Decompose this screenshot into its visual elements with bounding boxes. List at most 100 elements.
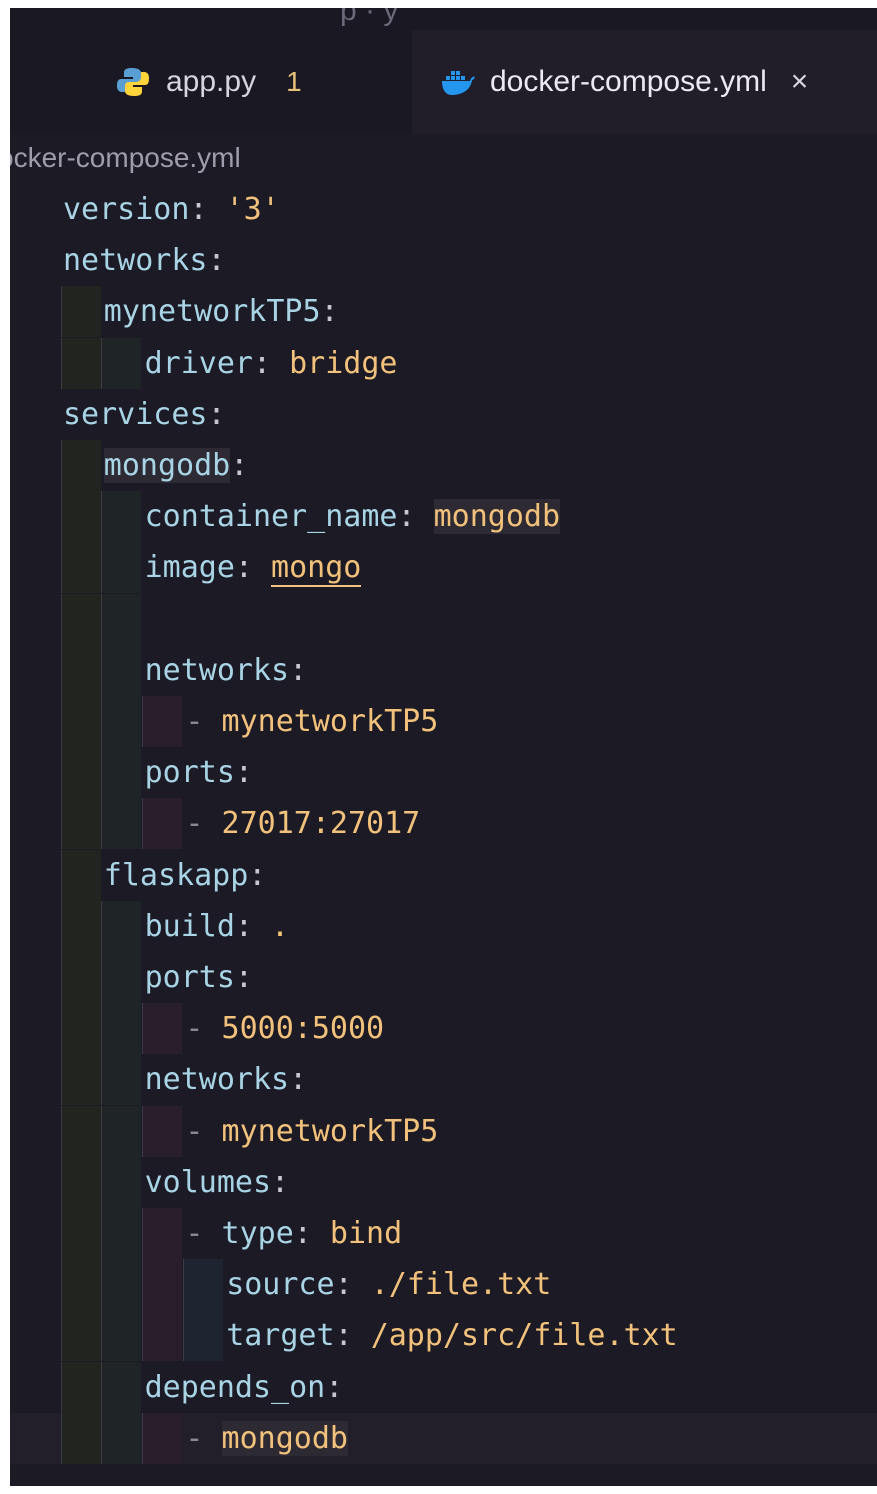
code-line[interactable]: build: .	[10, 901, 877, 952]
indent-guide	[101, 747, 141, 798]
indent-guide	[61, 440, 101, 491]
code-text: networks:	[63, 235, 226, 286]
code-line[interactable]: volumes:	[10, 1157, 877, 1208]
indent-guide	[101, 1362, 141, 1413]
code-line[interactable]: networks:	[10, 1054, 877, 1105]
code-line[interactable]: services:	[10, 389, 877, 440]
tab-docker-compose[interactable]: docker-compose.yml ×	[412, 30, 877, 134]
yaml-separator: :	[234, 550, 272, 585]
indent-guide	[61, 1054, 101, 1105]
code-line[interactable]	[10, 594, 877, 645]
yaml-separator: :	[397, 499, 434, 534]
yaml-key: build	[144, 909, 235, 944]
indent-guide	[61, 1259, 101, 1310]
yaml-value: mongodb	[433, 499, 561, 534]
yaml-separator: :	[293, 1216, 330, 1251]
code-text: depends_on:	[145, 1362, 344, 1413]
yaml-value: 27017:27017	[221, 806, 421, 841]
indent-guide	[61, 850, 101, 901]
yaml-key: version	[63, 192, 190, 227]
indent-guide	[101, 1003, 141, 1054]
yaml-separator: :	[334, 1267, 371, 1302]
indent-guide	[61, 1413, 101, 1464]
yaml-key: source	[226, 1267, 335, 1302]
indent-guide	[61, 286, 101, 337]
code-text: networks:	[145, 645, 308, 696]
yaml-value: mongodb	[221, 1421, 348, 1456]
docker-icon	[440, 67, 476, 97]
code-line[interactable]: target: /app/src/file.txt	[10, 1310, 877, 1361]
code-line[interactable]: - type: bind	[10, 1208, 877, 1259]
code-text: build: .	[145, 901, 290, 952]
code-line[interactable]: - 5000:5000	[10, 1003, 877, 1054]
list-dash: -	[185, 1114, 222, 1149]
code-line[interactable]: mongodb:	[10, 440, 877, 491]
code-line[interactable]: - mynetworkTP5	[10, 1106, 877, 1157]
list-dash: -	[185, 1216, 222, 1251]
yaml-separator: :	[234, 909, 272, 944]
code-line[interactable]: - mynetworkTP5	[10, 696, 877, 747]
yaml-key: networks	[144, 1062, 290, 1097]
tab-bar: app.py 1 docker-compose.yml ×	[10, 30, 877, 134]
indent-guide	[61, 542, 101, 593]
code-line[interactable]: ports:	[10, 747, 877, 798]
yaml-value: bind	[329, 1216, 403, 1251]
indent-guide	[61, 1362, 101, 1413]
close-icon[interactable]: ×	[791, 65, 809, 99]
list-dash: -	[185, 1421, 222, 1456]
indent-guide	[142, 1208, 182, 1259]
yaml-separator: :	[289, 1062, 308, 1097]
indent-guide	[61, 338, 101, 389]
indent-guide	[142, 1413, 182, 1464]
code-text: - type: bind	[185, 1208, 402, 1259]
code-line[interactable]: source: ./file.txt	[10, 1259, 877, 1310]
code-line[interactable]: flaskapp:	[10, 850, 877, 901]
code-text: ports:	[145, 747, 253, 798]
code-text: - mynetworkTP5	[185, 696, 438, 747]
indent-guide	[61, 798, 101, 849]
code-line[interactable]: networks:	[10, 645, 877, 696]
list-dash: -	[185, 704, 222, 739]
yaml-key: services	[63, 397, 208, 432]
indent-guide	[101, 1310, 141, 1361]
indent-guide	[142, 1003, 182, 1054]
list-dash: -	[185, 806, 222, 841]
problems-badge: 1	[286, 66, 302, 97]
yaml-key: container_name	[144, 499, 398, 534]
partial-title-text: p · y	[340, 8, 399, 27]
indent-guide	[101, 594, 141, 645]
code-line[interactable]: mynetworkTP5:	[10, 286, 877, 337]
code-line[interactable]: version: '3'	[10, 184, 877, 235]
code-line[interactable]: container_name: mongodb	[10, 491, 877, 542]
code-line[interactable]: - 27017:27017	[10, 798, 877, 849]
indent-guide	[61, 901, 101, 952]
yaml-value: 5000:5000	[221, 1011, 385, 1046]
code-text: services:	[63, 389, 226, 440]
yaml-key: mynetworkTP5	[103, 294, 321, 329]
yaml-value: mynetworkTP5	[221, 1114, 439, 1149]
code-line[interactable]: image: mongo	[10, 542, 877, 593]
list-dash: -	[185, 1011, 222, 1046]
yaml-separator: :	[320, 294, 339, 329]
yaml-value: mynetworkTP5	[221, 704, 439, 739]
code-text: driver: bridge	[145, 338, 398, 389]
indent-guide	[101, 952, 141, 1003]
yaml-key: flaskapp	[103, 858, 249, 893]
code-line[interactable]: ports:	[10, 952, 877, 1003]
code-line[interactable]: driver: bridge	[10, 338, 877, 389]
indent-guide	[101, 1054, 141, 1105]
indent-guide	[101, 901, 141, 952]
yaml-separator: :	[234, 755, 253, 790]
indent-guide	[101, 1208, 141, 1259]
yaml-value: mongo	[271, 550, 362, 587]
code-line[interactable]: depends_on:	[10, 1362, 877, 1413]
code-line[interactable]: - mongodb	[10, 1413, 877, 1464]
yaml-value: ./file.txt	[370, 1267, 552, 1302]
breadcrumb[interactable]: ocker-compose.yml	[10, 142, 241, 174]
indent-guide	[61, 952, 101, 1003]
code-line[interactable]: networks:	[10, 235, 877, 286]
indent-guide	[183, 1259, 223, 1310]
tab-app-py[interactable]: app.py 1	[10, 30, 410, 134]
indent-guide	[61, 1208, 101, 1259]
yaml-key: volumes	[144, 1165, 272, 1200]
